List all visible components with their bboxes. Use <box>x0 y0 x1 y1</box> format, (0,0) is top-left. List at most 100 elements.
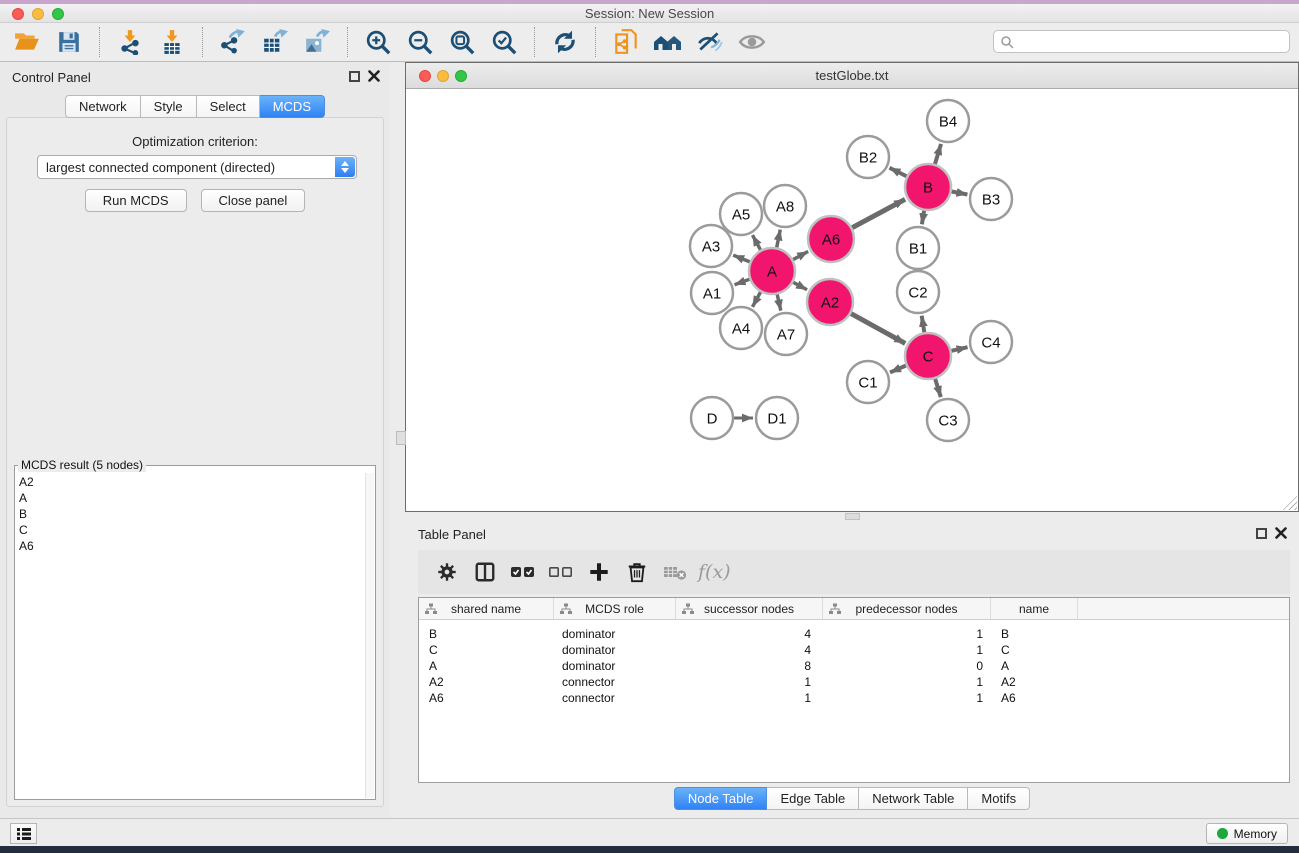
table-cell[interactable]: 1 <box>823 674 991 690</box>
node-table[interactable]: shared nameMCDS rolesuccessor nodesprede… <box>418 597 1290 783</box>
clone-network-icon[interactable] <box>605 25 647 59</box>
graph-node-B1[interactable]: B1 <box>897 227 939 269</box>
graph-node-C1[interactable]: C1 <box>847 361 889 403</box>
edge-C-C1[interactable] <box>890 366 906 373</box>
tab-style[interactable]: Style <box>141 95 197 118</box>
close-table-panel-icon[interactable] <box>1275 527 1287 539</box>
table-cell[interactable]: A <box>991 658 1078 674</box>
save-session-icon[interactable] <box>48 25 90 59</box>
table-cell[interactable]: 1 <box>823 626 991 642</box>
graph-node-A3[interactable]: A3 <box>690 225 732 267</box>
edge-A-A5[interactable] <box>752 235 760 250</box>
zoom-fit-icon[interactable] <box>441 25 483 59</box>
tab-edge-table[interactable]: Edge Table <box>767 787 859 810</box>
edge-A2-C[interactable] <box>851 314 905 344</box>
column-header-shared-name[interactable]: shared name <box>419 598 554 619</box>
mcds-result-item[interactable]: C <box>19 522 360 538</box>
export-table-icon[interactable] <box>254 25 296 59</box>
import-table-icon[interactable] <box>151 25 193 59</box>
mcds-result-scrollbar[interactable] <box>365 473 374 798</box>
memory-button[interactable]: Memory <box>1206 823 1288 844</box>
table-cell[interactable]: connector <box>554 690 676 706</box>
graph-node-D[interactable]: D <box>691 397 733 439</box>
graph-node-C3[interactable]: C3 <box>927 399 969 441</box>
edge-B-B4[interactable] <box>935 144 941 164</box>
graph-node-A2[interactable]: A2 <box>807 279 853 325</box>
horizontal-splitter[interactable] <box>405 512 1299 522</box>
tab-select[interactable]: Select <box>197 95 260 118</box>
table-cell[interactable]: A2 <box>991 674 1078 690</box>
edge-B-B2[interactable] <box>889 168 906 177</box>
zoom-out-icon[interactable] <box>399 25 441 59</box>
float-table-panel-icon[interactable] <box>1256 528 1267 539</box>
table-cell[interactable]: 1 <box>823 642 991 658</box>
column-header-successor-nodes[interactable]: successor nodes <box>676 598 823 619</box>
graph-node-A4[interactable]: A4 <box>720 307 762 349</box>
edge-A-A2[interactable] <box>793 282 807 289</box>
search-input[interactable] <box>1014 34 1289 50</box>
table-cell[interactable]: 4 <box>676 626 823 642</box>
graph-node-A7[interactable]: A7 <box>765 313 807 355</box>
vertical-splitter-handle[interactable] <box>396 431 406 445</box>
edge-B-B1[interactable] <box>922 211 924 225</box>
close-panel-icon[interactable] <box>368 70 380 82</box>
column-header-name[interactable]: name <box>991 598 1078 619</box>
table-cell[interactable]: A6 <box>419 690 554 706</box>
graph-node-C2[interactable]: C2 <box>897 271 939 313</box>
refresh-icon[interactable] <box>544 25 586 59</box>
table-cell[interactable]: C <box>991 642 1078 658</box>
edge-A-A6[interactable] <box>793 251 808 259</box>
export-network-icon[interactable] <box>212 25 254 59</box>
graph-node-C4[interactable]: C4 <box>970 321 1012 363</box>
zoom-selected-icon[interactable] <box>483 25 525 59</box>
edge-A6-B[interactable] <box>852 199 905 227</box>
hide-selected-icon[interactable] <box>689 25 731 59</box>
add-column-icon[interactable] <box>580 554 618 590</box>
graph-node-B2[interactable]: B2 <box>847 136 889 178</box>
table-cell[interactable]: dominator <box>554 642 676 658</box>
table-cell[interactable]: 4 <box>676 642 823 658</box>
table-cell[interactable]: C <box>419 642 554 658</box>
graph-node-D1[interactable]: D1 <box>756 397 798 439</box>
edge-A-A7[interactable] <box>777 294 781 310</box>
mcds-result-item[interactable]: B <box>19 506 360 522</box>
table-cell[interactable]: 1 <box>676 690 823 706</box>
network-canvas[interactable]: B4B2BB3A8A5A6A3B1AA1C2A2A4A7C4CC1C3DD1 <box>406 89 1298 511</box>
import-network-icon[interactable] <box>109 25 151 59</box>
graph-node-A[interactable]: A <box>749 248 795 294</box>
graph-node-A6[interactable]: A6 <box>808 216 854 262</box>
select-all-checkboxes-icon[interactable] <box>504 554 542 590</box>
close-panel-button[interactable]: Close panel <box>201 189 306 212</box>
table-cell[interactable]: dominator <box>554 658 676 674</box>
export-image-icon[interactable] <box>296 25 338 59</box>
delete-table-icon[interactable] <box>656 554 694 590</box>
show-all-eye-icon[interactable] <box>731 25 773 59</box>
table-cell[interactable]: 8 <box>676 658 823 674</box>
network-graph[interactable]: B4B2BB3A8A5A6A3B1AA1C2A2A4A7C4CC1C3DD1 <box>406 89 1298 511</box>
tab-mcds[interactable]: MCDS <box>260 95 325 118</box>
column-header-predecessor-nodes[interactable]: predecessor nodes <box>823 598 991 619</box>
delete-column-trash-icon[interactable] <box>618 554 656 590</box>
table-cell[interactable]: 1 <box>676 674 823 690</box>
table-cell[interactable]: A <box>419 658 554 674</box>
horizontal-splitter-handle[interactable] <box>845 513 860 520</box>
edge-C-C3[interactable] <box>935 379 941 397</box>
table-options-gear-icon[interactable] <box>428 554 466 590</box>
tab-node-table[interactable]: Node Table <box>674 787 768 810</box>
show-columns-icon[interactable] <box>466 554 504 590</box>
mcds-result-list[interactable]: A2ABCA6 <box>15 472 364 799</box>
edge-A-A1[interactable] <box>735 279 750 284</box>
run-mcds-button[interactable]: Run MCDS <box>85 189 187 212</box>
edge-A-A4[interactable] <box>752 292 760 307</box>
table-row[interactable]: Bdominator41B <box>419 626 1289 642</box>
graph-node-B4[interactable]: B4 <box>927 100 969 142</box>
graph-node-B3[interactable]: B3 <box>970 178 1012 220</box>
tab-motifs[interactable]: Motifs <box>968 787 1030 810</box>
search-field[interactable] <box>993 30 1290 53</box>
table-row[interactable]: A2connector11A2 <box>419 674 1289 690</box>
edge-C-C4[interactable] <box>951 347 967 351</box>
table-cell[interactable]: B <box>419 626 554 642</box>
table-cell[interactable]: 0 <box>823 658 991 674</box>
graph-node-A5[interactable]: A5 <box>720 193 762 235</box>
task-history-button[interactable] <box>10 823 37 844</box>
